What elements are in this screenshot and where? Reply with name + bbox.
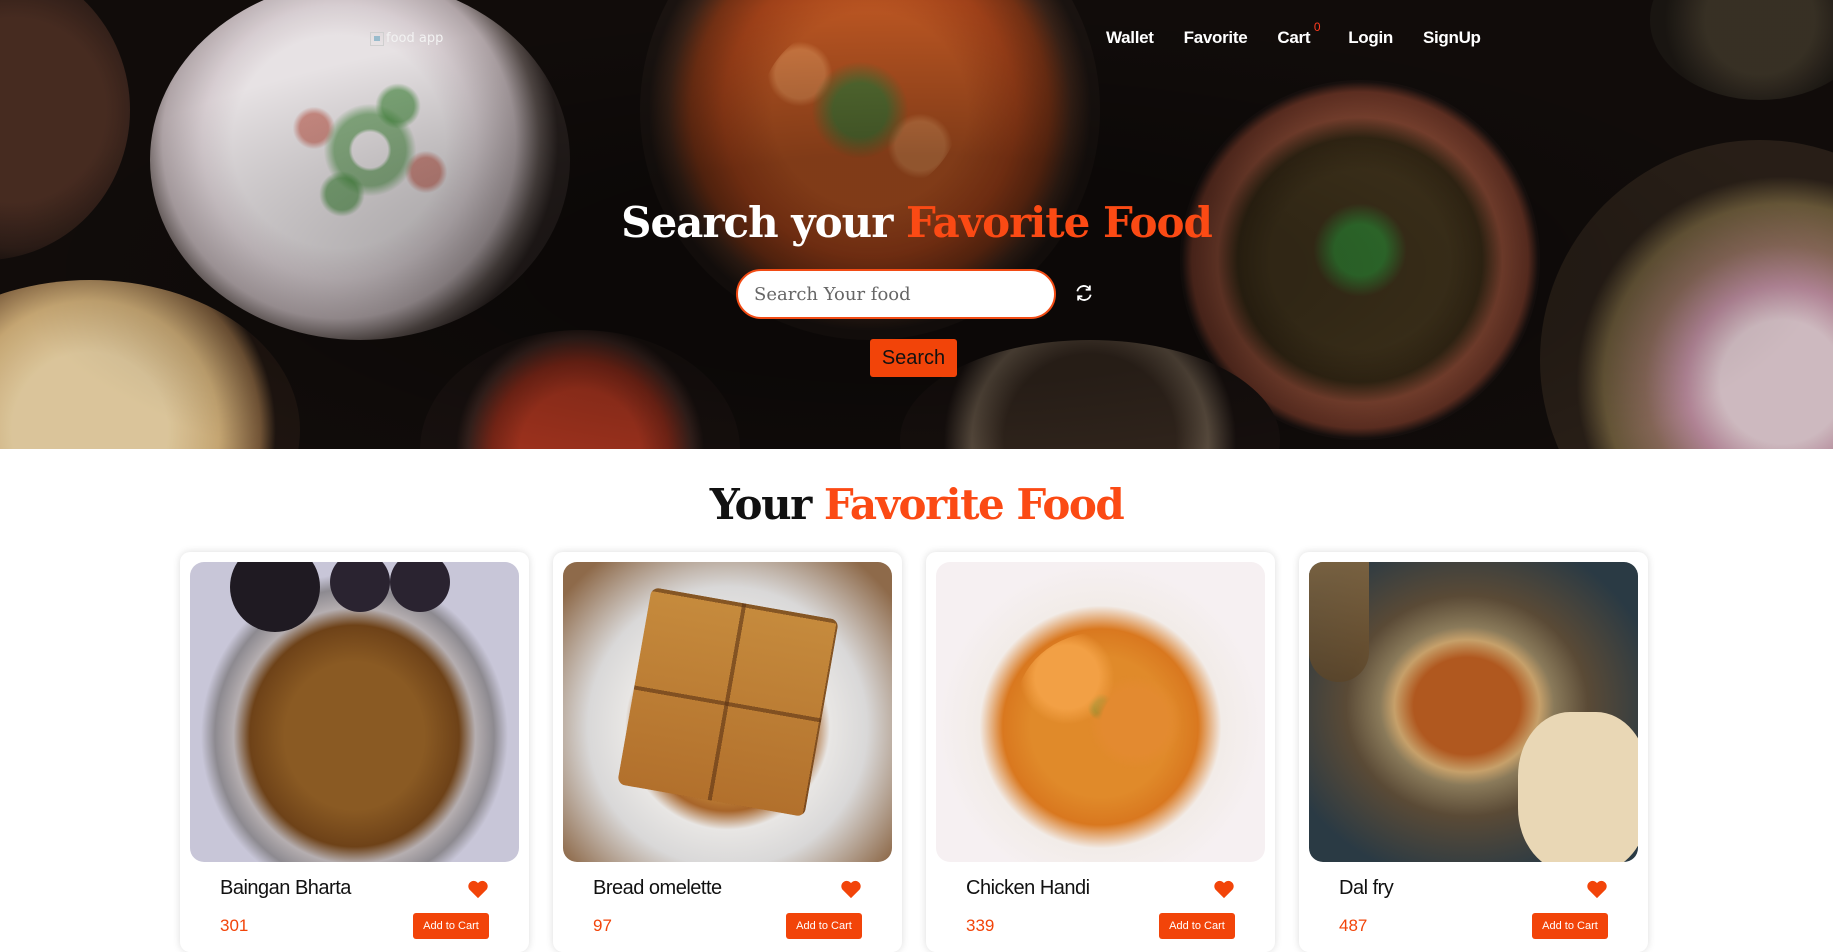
food-price: 339 <box>966 916 995 935</box>
heart-icon[interactable] <box>1213 879 1235 899</box>
broken-image-icon <box>370 31 384 46</box>
food-image[interactable] <box>1309 562 1638 862</box>
food-name: Chicken Handi <box>966 877 1090 899</box>
heart-icon[interactable] <box>1586 879 1608 899</box>
food-card-list: Baingan Bharta 301 Add to Cart Bread ome… <box>180 552 1648 952</box>
food-image[interactable] <box>936 562 1265 862</box>
top-nav: Wallet Favorite Cart 0 Login SignUp <box>1106 20 1511 48</box>
food-price: 301 <box>220 916 249 935</box>
food-image[interactable] <box>563 562 892 862</box>
hero-title: Search your Favorite Food <box>0 198 1833 247</box>
cart-count-badge: 0 <box>1313 20 1321 34</box>
nav-cart[interactable]: Cart 0 <box>1277 20 1320 48</box>
food-image[interactable] <box>190 562 519 862</box>
nav-wallet[interactable]: Wallet <box>1106 28 1154 48</box>
nav-signup[interactable]: SignUp <box>1423 28 1481 48</box>
search-button[interactable]: Search <box>870 339 957 377</box>
hero-banner: food app Wallet Favorite Cart 0 Login Si… <box>0 0 1833 449</box>
search-input[interactable] <box>736 269 1056 319</box>
food-card: Bread omelette 97 Add to Cart <box>553 552 902 952</box>
food-card: Chicken Handi 339 Add to Cart <box>926 552 1275 952</box>
section-title-part1: Your <box>709 480 813 529</box>
add-to-cart-button[interactable]: Add to Cart <box>1532 913 1608 939</box>
food-name: Bread omelette <box>593 877 722 899</box>
food-name: Baingan Bharta <box>220 877 351 899</box>
section-title-part2: Favorite Food <box>823 480 1125 529</box>
food-price: 97 <box>593 916 612 935</box>
food-price: 487 <box>1339 916 1368 935</box>
nav-cart-label: Cart <box>1277 28 1311 47</box>
hero-title-part2: Favorite Food <box>905 198 1213 247</box>
hero-title-part1: Search your <box>621 198 893 247</box>
nav-favorite[interactable]: Favorite <box>1184 28 1248 48</box>
food-name: Dal fry <box>1339 877 1394 899</box>
add-to-cart-button[interactable]: Add to Cart <box>1159 913 1235 939</box>
food-card: Dal fry 487 Add to Cart <box>1299 552 1648 952</box>
food-card: Baingan Bharta 301 Add to Cart <box>180 552 529 952</box>
refresh-icon[interactable] <box>1074 283 1094 303</box>
section-title: Your Favorite Food <box>0 480 1833 529</box>
heart-icon[interactable] <box>840 879 862 899</box>
logo-alt-text: food app <box>386 31 444 46</box>
add-to-cart-button[interactable]: Add to Cart <box>413 913 489 939</box>
nav-login[interactable]: Login <box>1348 28 1393 48</box>
logo-broken-image[interactable]: food app <box>370 31 443 46</box>
heart-icon[interactable] <box>467 879 489 899</box>
add-to-cart-button[interactable]: Add to Cart <box>786 913 862 939</box>
